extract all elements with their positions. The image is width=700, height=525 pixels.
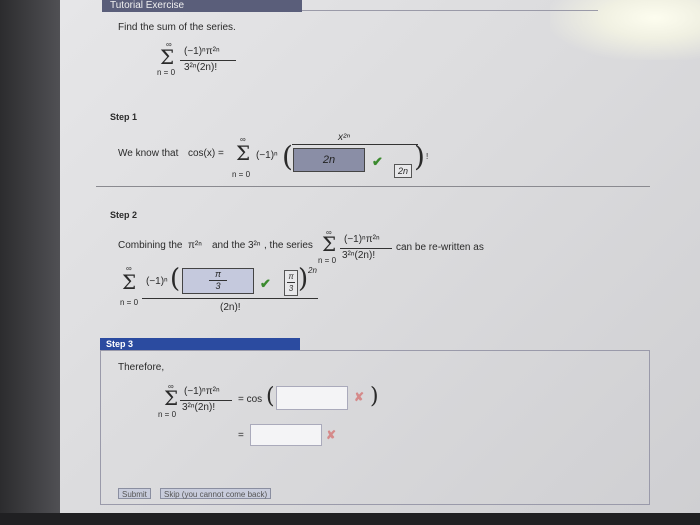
check-icon: ✔	[372, 154, 383, 169]
step2-answer-den: 3	[215, 281, 221, 291]
step3-sum-bottom: n = 0	[158, 410, 177, 419]
monitor-bezel-left	[0, 0, 60, 525]
sigma-icon: Σ	[122, 270, 137, 294]
cross-icon: ✘	[326, 428, 337, 442]
step2-text-c: , the series	[264, 240, 313, 251]
step2-small-den: 3	[288, 284, 294, 293]
step2-header: Step 2	[110, 210, 138, 220]
step3-numerator: (−1)ⁿπ²ⁿ	[184, 386, 220, 397]
screen-glare	[550, 0, 700, 60]
step2b-fraction-bar	[142, 298, 318, 299]
step2-power: 2n	[308, 266, 317, 275]
sigma-icon: Σ	[164, 386, 179, 410]
tutorial-title: Tutorial Exercise	[102, 0, 302, 12]
step1-text: We know that	[118, 148, 179, 159]
step2-text-b: and the	[212, 240, 246, 251]
step1-cos-expr: cos(x) =	[188, 148, 224, 159]
step2-denominator2: (2n)!	[220, 302, 241, 313]
right-paren-icon: )	[414, 140, 425, 173]
step2-small-num: π	[288, 272, 294, 281]
step1-answer-box[interactable]: 2n	[293, 148, 365, 172]
problem-numerator: (−1)ⁿπ²ⁿ	[184, 46, 220, 57]
submit-button[interactable]: Submit	[118, 488, 151, 499]
sigma-icon: Σ	[236, 141, 251, 165]
problem-sum-bottom: n = 0	[157, 68, 176, 77]
step2-numerator: (−1)ⁿπ²ⁿ	[344, 234, 380, 245]
step3-cos-input[interactable]	[276, 386, 348, 410]
step3-header: Step 3	[100, 338, 300, 350]
step2-three-term: 3²ⁿ	[248, 240, 261, 251]
step2b-sum-bottom: n = 0	[120, 298, 139, 307]
problem-prompt: Find the sum of the series.	[118, 22, 236, 33]
step1-header: Step 1	[110, 112, 138, 122]
step1-small-box[interactable]: 2n	[394, 164, 412, 178]
step3-eq: =	[238, 430, 244, 441]
step-divider	[96, 186, 650, 187]
problem-fraction-bar	[180, 60, 236, 61]
check-icon: ✔	[260, 276, 271, 291]
step3-panel	[100, 350, 650, 505]
cross-icon: ✘	[354, 390, 365, 404]
step2-denominator: 3²ⁿ(2n)!	[342, 250, 376, 261]
step2-text-d: can be re-written as	[396, 242, 484, 253]
step1-sign: (−1)ⁿ	[256, 150, 278, 161]
title-divider	[302, 10, 598, 11]
step2-small-box[interactable]: π 3	[284, 270, 298, 296]
step1-fraction-bar	[292, 144, 418, 145]
step3-text: Therefore,	[118, 362, 165, 373]
left-paren-icon: (	[266, 384, 275, 409]
sigma-icon: Σ	[322, 232, 337, 256]
monitor-bezel-bottom	[0, 513, 700, 525]
step2-answer-box[interactable]: π 3	[182, 268, 254, 294]
problem-denominator: 3²ⁿ(2n)!	[184, 62, 218, 73]
step2-sign: (−1)ⁿ	[146, 276, 168, 287]
skip-button[interactable]: Skip (you cannot come back)	[160, 488, 272, 499]
step1-sum-bottom: n = 0	[232, 170, 251, 179]
step3-value-input[interactable]	[250, 424, 322, 446]
step3-fraction-bar	[180, 400, 232, 401]
step2-pi-term: π²ⁿ	[188, 240, 202, 251]
right-paren-icon: )	[298, 264, 309, 294]
step1-power-label: x²ⁿ	[338, 132, 350, 143]
sigma-icon: Σ	[160, 45, 175, 69]
step3-denominator: 3²ⁿ(2n)!	[182, 402, 216, 413]
step2-sum-bottom: n = 0	[318, 256, 337, 265]
step2-text-a: Combining the	[118, 240, 183, 251]
right-paren-icon: )	[370, 384, 379, 409]
step2-answer-num: π	[214, 269, 222, 279]
step3-eq-cos: = cos	[238, 394, 263, 405]
step2-fraction-bar	[340, 248, 392, 249]
left-paren-icon: (	[170, 264, 181, 294]
step1-suffix: !	[426, 152, 429, 161]
